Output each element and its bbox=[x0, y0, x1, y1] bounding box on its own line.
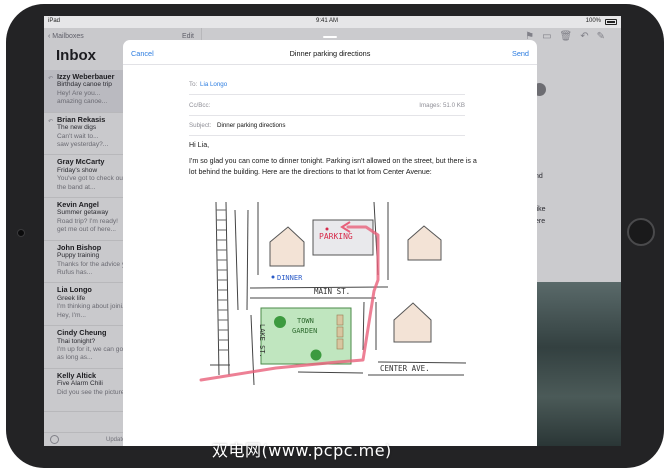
trash-icon[interactable]: 🗑 bbox=[560, 31, 581, 42]
images-size-label: Images: 51.0 KB bbox=[419, 102, 465, 109]
to-field[interactable]: To: Lia Longo bbox=[189, 75, 465, 95]
body-paragraph: I'm so glad you can come to dinner tonig… bbox=[189, 156, 477, 177]
filter-icon[interactable] bbox=[50, 435, 59, 444]
lake-st-label: LAKE ST. bbox=[258, 324, 266, 358]
garden-beds bbox=[336, 314, 344, 350]
mailboxes-back-button[interactable]: ‹ Mailboxes bbox=[48, 33, 84, 40]
garden-label: GARDEN bbox=[292, 327, 317, 335]
parking-label: PARKING bbox=[319, 232, 353, 241]
compose-sheet: Cancel Dinner parking directions Send To… bbox=[123, 36, 537, 446]
status-time: 9:41 AM bbox=[316, 18, 339, 24]
camera-icon bbox=[17, 229, 25, 237]
folder-icon[interactable]: ▭ bbox=[542, 31, 559, 42]
sheet-grabber[interactable] bbox=[323, 36, 337, 38]
back-label: Mailboxes bbox=[52, 33, 84, 40]
subject-field[interactable]: Subject: Dinner parking directions bbox=[189, 116, 465, 136]
greeting-text: Hi Lia, bbox=[189, 141, 210, 149]
battery-percent: 100% bbox=[585, 18, 601, 24]
subject-value: Dinner parking directions bbox=[217, 122, 286, 129]
center-ave-label: CENTER AVE. bbox=[380, 364, 430, 373]
cc-label: Cc/Bcc: bbox=[189, 102, 211, 109]
compose-title: Dinner parking directions bbox=[289, 49, 371, 58]
edit-button[interactable]: Edit bbox=[182, 33, 194, 40]
carrier-label: iPad bbox=[48, 18, 61, 24]
send-button[interactable]: Send bbox=[512, 49, 529, 58]
replied-icon: ↶ bbox=[48, 76, 54, 82]
reply-icon[interactable]: ↶ bbox=[580, 31, 596, 42]
message-body[interactable]: Hi Lia, I'm so glad you can come to dinn… bbox=[189, 140, 479, 179]
main-st-label: MAIN ST. bbox=[314, 287, 350, 296]
town-label: TOWN bbox=[297, 317, 314, 325]
status-bar: iPad 9:41 AM 100% bbox=[44, 16, 621, 28]
compose-icon[interactable]: ✎ bbox=[597, 31, 613, 42]
subject-label: Subject: bbox=[189, 122, 212, 129]
replied-icon: ↶ bbox=[48, 118, 54, 125]
map-drawing: PARKING DINNER MAIN ST. TOWN GARDEN LAKE… bbox=[199, 201, 467, 386]
watermark-text: 双电网(www.pcpc.me) bbox=[212, 441, 392, 460]
cc-bcc-field[interactable]: Cc/Bcc: Images: 51.0 KB bbox=[189, 96, 465, 116]
reading-toolbar: ⚑▭🗑↶✎ bbox=[525, 31, 613, 42]
to-recipient[interactable]: Lia Longo bbox=[200, 81, 227, 88]
message-photo bbox=[533, 282, 621, 446]
home-button[interactable] bbox=[627, 218, 655, 246]
directions-sketch: PARKING DINNER MAIN ST. TOWN GARDEN LAKE… bbox=[198, 190, 473, 390]
parking-marker bbox=[325, 227, 329, 231]
to-label: To: bbox=[189, 81, 198, 88]
dinner-label: DINNER bbox=[277, 274, 303, 282]
dinner-marker bbox=[271, 275, 275, 279]
inbox-title: Inbox bbox=[56, 47, 96, 64]
ipad-screen: iPad 9:41 AM 100% ‹ Mailboxes Edit Inbox… bbox=[44, 16, 621, 446]
battery-icon bbox=[605, 19, 617, 25]
compose-header: Cancel Dinner parking directions Send bbox=[123, 40, 537, 65]
